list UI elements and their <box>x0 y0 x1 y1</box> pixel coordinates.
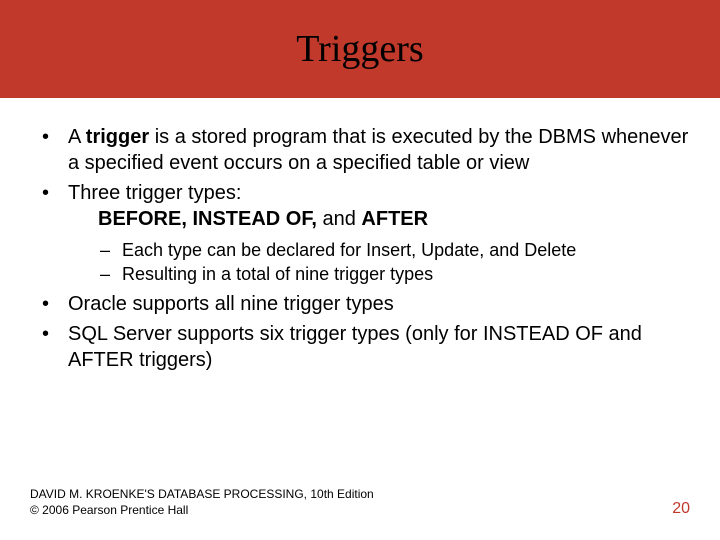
text: A <box>68 126 86 148</box>
text: SQL Server supports six trigger types (o… <box>68 323 642 371</box>
bullet-list: A trigger is a stored program that is ex… <box>30 124 690 373</box>
bullet-item: Three trigger types: BEFORE, INSTEAD OF,… <box>30 180 690 287</box>
bullet-item: Oracle supports all nine trigger types <box>30 291 690 317</box>
text: Resulting in a total of nine trigger typ… <box>122 264 433 284</box>
text: is a stored program that is executed by … <box>68 126 688 174</box>
text: Each type can be declared for Insert, Up… <box>122 240 576 260</box>
footer-attribution: DAVID M. KROENKE'S DATABASE PROCESSING, … <box>30 486 374 518</box>
slide-content: A trigger is a stored program that is ex… <box>0 98 720 373</box>
text: Three trigger types: <box>68 182 241 204</box>
footer-line: DAVID M. KROENKE'S DATABASE PROCESSING, … <box>30 486 374 502</box>
indented-line: BEFORE, INSTEAD OF, and AFTER <box>68 206 690 232</box>
bold-text: BEFORE, INSTEAD OF, <box>98 208 322 230</box>
bold-text: AFTER <box>361 208 428 230</box>
sub-bullet-list: Each type can be declared for Insert, Up… <box>68 238 690 287</box>
bullet-item: SQL Server supports six trigger types (o… <box>30 321 690 373</box>
sub-bullet-item: Resulting in a total of nine trigger typ… <box>68 262 690 286</box>
slide-footer: DAVID M. KROENKE'S DATABASE PROCESSING, … <box>30 486 690 518</box>
title-bar: Triggers <box>0 0 720 98</box>
text: and <box>322 208 361 230</box>
slide-title: Triggers <box>296 27 423 71</box>
sub-bullet-item: Each type can be declared for Insert, Up… <box>68 238 690 262</box>
text: Oracle supports all nine trigger types <box>68 293 394 315</box>
footer-line: © 2006 Pearson Prentice Hall <box>30 502 374 518</box>
bullet-item: A trigger is a stored program that is ex… <box>30 124 690 176</box>
slide: Triggers A trigger is a stored program t… <box>0 0 720 540</box>
page-number: 20 <box>672 500 690 518</box>
bold-text: trigger <box>86 126 149 148</box>
